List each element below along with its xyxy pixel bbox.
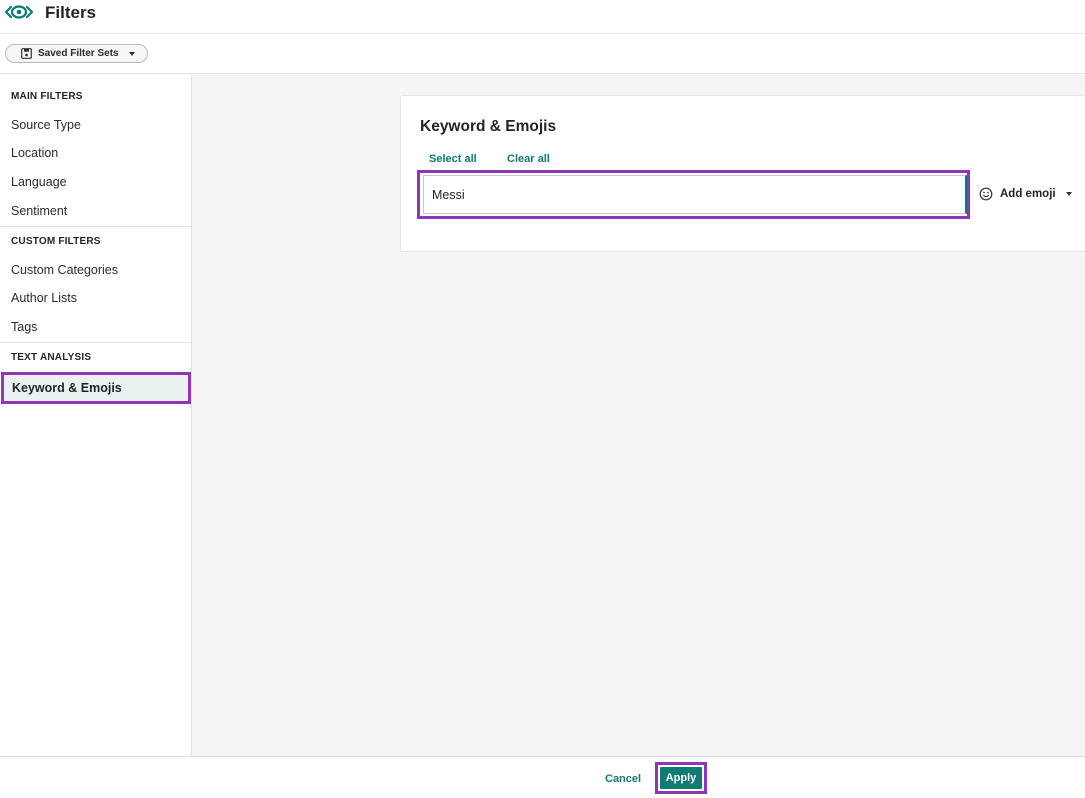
- keyword-input-highlight: [417, 170, 970, 219]
- toolbar: Saved Filter Sets: [0, 34, 1085, 74]
- sidebar-item-tags[interactable]: Tags: [11, 320, 37, 334]
- section-title-main-filters: MAIN FILTERS: [11, 91, 83, 102]
- sidebar-item-language[interactable]: Language: [11, 175, 67, 189]
- footer: Cancel Apply: [0, 756, 1085, 798]
- keyword-emojis-card: Keyword & Emojis Select all Clear all Ad…: [400, 95, 1085, 252]
- card-title: Keyword & Emojis: [420, 118, 557, 135]
- saved-filter-sets-label: Saved Filter Sets: [38, 48, 119, 59]
- clear-all-link[interactable]: Clear all: [507, 153, 550, 165]
- page-title: Filters: [45, 3, 97, 22]
- eye-logo-icon: [5, 5, 33, 19]
- main-panel: Keyword & Emojis Select all Clear all Ad…: [192, 75, 1085, 756]
- sidebar-item-custom-categories[interactable]: Custom Categories: [11, 263, 118, 277]
- apply-button-highlight: Apply: [655, 762, 707, 794]
- smiley-icon: [979, 187, 993, 201]
- chevron-down-icon: [129, 52, 135, 56]
- chevron-down-icon: [1065, 192, 1072, 196]
- floppy-disk-icon: [21, 48, 32, 59]
- cancel-button[interactable]: Cancel: [605, 773, 641, 785]
- keyword-input[interactable]: [423, 175, 967, 214]
- sidebar-item-author-lists[interactable]: Author Lists: [11, 291, 77, 305]
- section-title-text-analysis: TEXT ANALYSIS: [11, 352, 92, 363]
- select-all-link[interactable]: Select all: [429, 153, 477, 165]
- sidebar-item-source-type[interactable]: Source Type: [11, 118, 81, 132]
- apply-button[interactable]: Apply: [660, 767, 702, 789]
- add-emoji-button[interactable]: Add emoji: [979, 184, 1072, 204]
- section-title-custom-filters: CUSTOM FILTERS: [11, 236, 101, 247]
- add-emoji-label: Add emoji: [1000, 188, 1056, 200]
- sidebar-item-sentiment[interactable]: Sentiment: [11, 204, 67, 218]
- sidebar-item-keyword-emojis[interactable]: Keyword & Emojis: [1, 372, 191, 404]
- header: Filters: [0, 0, 1085, 34]
- saved-filter-sets-button[interactable]: Saved Filter Sets: [5, 44, 148, 63]
- divider: [0, 342, 191, 343]
- divider: [0, 226, 191, 227]
- sidebar: MAIN FILTERS Source Type Location Langua…: [0, 75, 192, 756]
- sidebar-item-location[interactable]: Location: [11, 146, 58, 160]
